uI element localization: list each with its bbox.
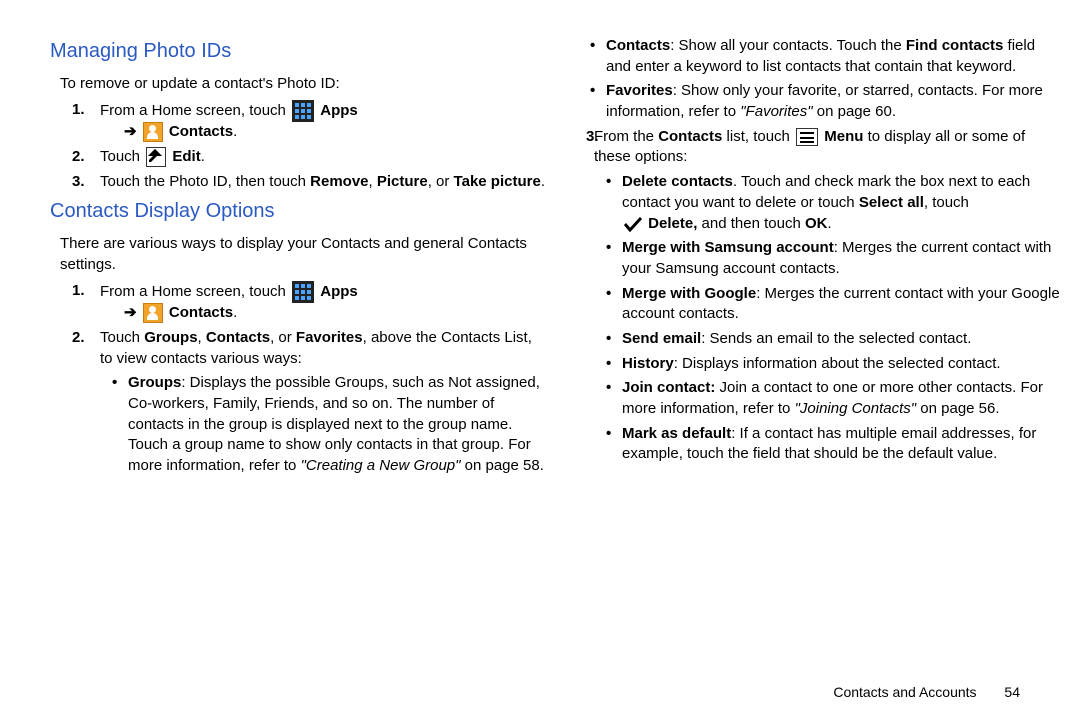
intro-text: To remove or update a contact's Photo ID… (50, 74, 546, 95)
contacts-label: Contacts (169, 304, 233, 321)
heading-managing-photo-ids: Managing Photo IDs (50, 38, 546, 66)
bullet-contacts: Contacts: Show all your contacts. Touch … (586, 36, 1060, 77)
opt-merge-samsung: Merge with Samsung account: Merges the c… (602, 238, 1060, 279)
opt-mark-default: Mark as default: If a contact has multip… (602, 424, 1060, 465)
bullets-view-ways: Groups: Displays the possible Groups, su… (108, 373, 546, 476)
opt-delete-contacts: Delete contacts. Touch and check mark th… (602, 172, 1060, 234)
menu-icon (796, 128, 818, 146)
opt-history: History: Displays information about the … (602, 354, 1060, 375)
right-column: Contacts: Show all your contacts. Touch … (556, 32, 1070, 720)
contacts-icon (143, 122, 163, 142)
apps-icon (292, 100, 314, 122)
opt-join-contact: Join contact: Join a contact to one or m… (602, 378, 1060, 419)
contacts-label: Contacts (169, 123, 233, 140)
step-3: Touch the Photo ID, then touch Remove, P… (50, 172, 546, 193)
step-2: Touch Edit. (50, 147, 546, 168)
apps-label: Apps (320, 102, 358, 119)
arrow-icon: ➔ (124, 304, 141, 321)
bullet-favorites: Favorites: Show only your favorite, or s… (586, 81, 1060, 122)
heading-contacts-display-options: Contacts Display Options (50, 198, 546, 226)
page-number: 54 (1004, 684, 1020, 700)
manual-page: Managing Photo IDs To remove or update a… (0, 0, 1080, 720)
menu-label: Menu (824, 128, 863, 145)
check-icon (624, 216, 642, 232)
bullet-groups: Groups: Displays the possible Groups, su… (108, 373, 546, 476)
opt-send-email: Send email: Sends an email to the select… (602, 329, 1060, 350)
left-column: Managing Photo IDs To remove or update a… (50, 32, 556, 720)
footer-section: Contacts and Accounts (833, 684, 976, 700)
steps-display-options: From a Home screen, touch Apps ➔ Contact… (50, 281, 546, 477)
contacts-icon (143, 303, 163, 323)
menu-step-3: From the Contacts list, touch Menu to di… (564, 127, 1060, 465)
cdo-step-2: Touch Groups, Contacts, or Favorites, ab… (50, 328, 546, 477)
apps-icon (292, 281, 314, 303)
steps-menu: From the Contacts list, touch Menu to di… (564, 127, 1060, 465)
steps-photo-id: From a Home screen, touch Apps ➔ Contact… (50, 100, 546, 192)
page-footer: Contacts and Accounts 54 (833, 684, 1020, 700)
bullets-continued: Contacts: Show all your contacts. Touch … (586, 36, 1060, 123)
opt-merge-google: Merge with Google: Merges the current co… (602, 284, 1060, 325)
intro-text-2: There are various ways to display your C… (50, 234, 546, 275)
edit-icon (146, 147, 166, 167)
cdo-step-1: From a Home screen, touch Apps ➔ Contact… (50, 281, 546, 324)
edit-label: Edit (172, 148, 200, 165)
step-1: From a Home screen, touch Apps ➔ Contact… (50, 100, 546, 143)
step-1-sub: ➔ Contacts. (100, 122, 546, 143)
arrow-icon: ➔ (124, 123, 141, 140)
apps-label: Apps (320, 283, 358, 300)
menu-options: Delete contacts. Touch and check mark th… (602, 172, 1060, 465)
cdo-step-1-sub: ➔ Contacts. (100, 303, 546, 324)
